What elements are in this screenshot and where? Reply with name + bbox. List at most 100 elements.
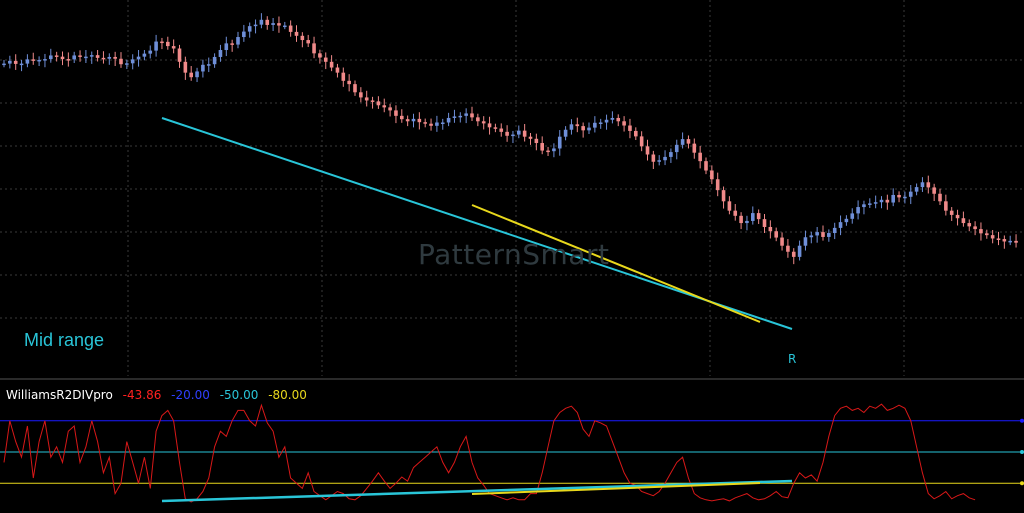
candle-body: [879, 199, 884, 203]
candle-body: [435, 122, 439, 126]
level-marker: [1020, 418, 1024, 423]
candle-body: [885, 199, 890, 203]
candle-body: [405, 119, 410, 122]
candle-body: [563, 129, 568, 137]
candle-body: [300, 35, 305, 41]
candle-body: [762, 219, 767, 227]
candle-body: [575, 124, 580, 127]
candle-body: [277, 23, 281, 26]
level-minus80-label: -80.00: [268, 388, 307, 402]
candle-body: [142, 53, 147, 57]
candle-body: [230, 43, 234, 45]
candle-body: [528, 136, 533, 139]
indicator-value: -43.86: [122, 388, 162, 402]
candle-body: [493, 127, 498, 129]
candle-body: [873, 202, 878, 204]
candle-body: [423, 122, 427, 124]
candle-body: [944, 201, 948, 211]
candle-body: [932, 187, 936, 194]
candle-body: [78, 55, 82, 57]
candle-body: [499, 128, 504, 132]
candle-body: [686, 139, 691, 144]
mid-range-annotation: Mid range: [24, 330, 105, 350]
candle-body: [283, 25, 287, 28]
level-marker: [1020, 450, 1024, 454]
candle-body: [400, 115, 404, 120]
candle-body: [476, 117, 480, 122]
candle-body: [938, 193, 942, 202]
candle-body: [429, 123, 433, 126]
candle-body: [598, 122, 603, 124]
candle-body: [511, 134, 515, 137]
candle-body: [288, 25, 293, 32]
candle-body: [628, 125, 632, 131]
candle-body: [294, 31, 299, 36]
candle-body: [306, 40, 310, 44]
candle-body: [692, 143, 697, 153]
candle-body: [101, 57, 106, 60]
candle-body: [774, 231, 778, 238]
candle-body: [815, 232, 819, 236]
candle-body: [8, 60, 12, 64]
candle-body: [850, 213, 855, 219]
candle-body: [616, 117, 621, 122]
candle-body: [973, 226, 977, 230]
candle-body: [645, 146, 650, 155]
candle-body: [224, 43, 229, 51]
candle-body: [49, 55, 53, 60]
candle-body: [651, 154, 656, 162]
candle-body: [166, 41, 170, 47]
candle-body: [446, 117, 451, 123]
level-minus50-label: -50.00: [219, 388, 259, 402]
candle-body: [832, 227, 837, 234]
candle-body: [119, 58, 123, 65]
candle-body: [803, 237, 808, 246]
candle-body: [791, 251, 796, 257]
candle-body: [481, 121, 486, 124]
candle-body: [388, 107, 392, 111]
candle-body: [780, 237, 784, 246]
candle-body: [201, 64, 205, 72]
candle-body: [464, 113, 468, 116]
candle-body: [715, 179, 720, 191]
candle-body: [353, 84, 357, 93]
candle-body: [838, 222, 843, 228]
candle-body: [891, 194, 895, 203]
candle-body: [382, 105, 387, 108]
candle-body: [487, 123, 492, 128]
candle-body: [376, 101, 381, 106]
candle-body: [212, 56, 217, 65]
candle-body: [920, 182, 925, 188]
candle-body: [844, 218, 849, 223]
candle-body: [739, 215, 743, 224]
candle-body: [25, 59, 30, 64]
candle-body: [370, 100, 375, 102]
candle-body: [359, 92, 363, 98]
candle-body: [271, 23, 275, 25]
candle-body: [31, 59, 36, 61]
candle-body: [440, 122, 445, 124]
candle-body: [996, 238, 1001, 240]
candle-body: [113, 56, 117, 59]
candle-body: [593, 122, 597, 128]
candle-body: [259, 19, 264, 25]
candle-body: [417, 118, 422, 123]
candle-body: [569, 124, 574, 130]
indicator-header: WilliamsR2DIVpro -43.86 -20.00 -50.00 -8…: [6, 388, 313, 402]
candle-body: [206, 64, 211, 66]
candle-body: [985, 233, 989, 236]
candle-body: [862, 204, 866, 208]
candle-body: [926, 182, 931, 188]
candle-body: [751, 213, 755, 221]
candle-body: [37, 59, 41, 62]
divergence-marker-r: R: [788, 352, 797, 366]
candle-body: [914, 187, 919, 192]
candle-body: [66, 59, 71, 61]
candle-body: [704, 161, 708, 171]
candle-body: [786, 245, 790, 252]
candle-body: [669, 152, 673, 157]
candle-body: [581, 126, 585, 131]
candle-body: [967, 223, 972, 227]
candle-body: [242, 31, 246, 38]
candle-body: [517, 130, 521, 135]
